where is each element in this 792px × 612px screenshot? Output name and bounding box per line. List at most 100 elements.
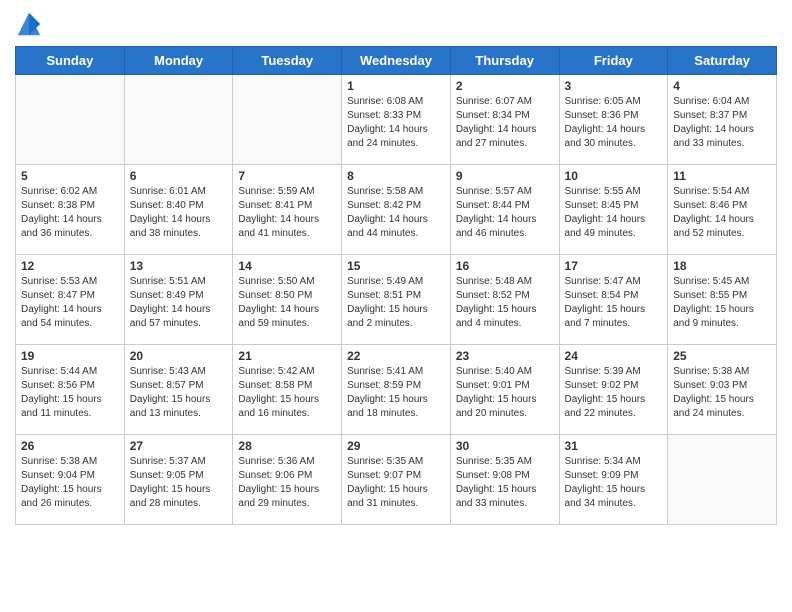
- cell-info: Sunrise: 5:44 AM Sunset: 8:56 PM Dayligh…: [21, 365, 119, 421]
- day-number: 27: [130, 439, 228, 453]
- cell-info: Sunrise: 5:36 AM Sunset: 9:06 PM Dayligh…: [238, 455, 336, 511]
- day-header-thursday: Thursday: [450, 47, 559, 75]
- calendar-cell: 19 Sunrise: 5:44 AM Sunset: 8:56 PM Dayli…: [16, 345, 125, 435]
- calendar-cell: 30 Sunrise: 5:35 AM Sunset: 9:08 PM Dayli…: [450, 435, 559, 525]
- calendar-header-row: SundayMondayTuesdayWednesdayThursdayFrid…: [16, 47, 777, 75]
- cell-info: Sunrise: 5:53 AM Sunset: 8:47 PM Dayligh…: [21, 275, 119, 331]
- day-number: 26: [21, 439, 119, 453]
- calendar-week-2: 12 Sunrise: 5:53 AM Sunset: 8:47 PM Dayli…: [16, 255, 777, 345]
- calendar-cell: [16, 75, 125, 165]
- cell-info: Sunrise: 6:04 AM Sunset: 8:37 PM Dayligh…: [673, 95, 771, 151]
- day-number: 8: [347, 169, 445, 183]
- cell-info: Sunrise: 5:45 AM Sunset: 8:55 PM Dayligh…: [673, 275, 771, 331]
- logo: [15, 10, 47, 38]
- calendar-cell: 24Sunrise: 5:39 AM Sunset: 9:02 PM Dayli…: [559, 345, 668, 435]
- day-number: 29: [347, 439, 445, 453]
- day-number: 7: [238, 169, 336, 183]
- day-number: 16: [456, 259, 554, 273]
- calendar-cell: 11 Sunrise: 5:54 AM Sunset: 8:46 PM Dayli…: [668, 165, 777, 255]
- cell-info: Sunrise: 5:59 AM Sunset: 8:41 PM Dayligh…: [238, 185, 336, 241]
- day-number: 5: [21, 169, 119, 183]
- page: SundayMondayTuesdayWednesdayThursdayFrid…: [0, 0, 792, 612]
- day-number: 17: [565, 259, 663, 273]
- day-header-monday: Monday: [124, 47, 233, 75]
- calendar-cell: 23 Sunrise: 5:40 AM Sunset: 9:01 PM Dayli…: [450, 345, 559, 435]
- day-header-friday: Friday: [559, 47, 668, 75]
- calendar-cell: [124, 75, 233, 165]
- calendar-cell: 5 Sunrise: 6:02 AM Sunset: 8:38 PM Daylig…: [16, 165, 125, 255]
- day-number: 12: [21, 259, 119, 273]
- day-number: 9: [456, 169, 554, 183]
- calendar-week-0: 1 Sunrise: 6:08 AM Sunset: 8:33 PM Daylig…: [16, 75, 777, 165]
- calendar-cell: 22Sunrise: 5:41 AM Sunset: 8:59 PM Dayli…: [342, 345, 451, 435]
- header: [15, 10, 777, 38]
- calendar-cell: 28 Sunrise: 5:36 AM Sunset: 9:06 PM Dayli…: [233, 435, 342, 525]
- day-number: 15: [347, 259, 445, 273]
- calendar-cell: 14 Sunrise: 5:50 AM Sunset: 8:50 PM Dayli…: [233, 255, 342, 345]
- cell-info: Sunrise: 5:43 AM Sunset: 8:57 PM Dayligh…: [130, 365, 228, 421]
- calendar-cell: 29 Sunrise: 5:35 AM Sunset: 9:07 PM Dayli…: [342, 435, 451, 525]
- cell-info: Sunrise: 5:48 AM Sunset: 8:52 PM Dayligh…: [456, 275, 554, 331]
- calendar-cell: 27 Sunrise: 5:37 AM Sunset: 9:05 PM Dayli…: [124, 435, 233, 525]
- day-number: 20: [130, 349, 228, 363]
- day-number: 13: [130, 259, 228, 273]
- cell-info: Sunrise: 5:54 AM Sunset: 8:46 PM Dayligh…: [673, 185, 771, 241]
- calendar-week-4: 26Sunrise: 5:38 AM Sunset: 9:04 PM Dayli…: [16, 435, 777, 525]
- day-number: 4: [673, 79, 771, 93]
- cell-info: Sunrise: 5:35 AM Sunset: 9:07 PM Dayligh…: [347, 455, 445, 511]
- cell-info: Sunrise: 6:08 AM Sunset: 8:33 PM Dayligh…: [347, 95, 445, 151]
- calendar-cell: 31 Sunrise: 5:34 AM Sunset: 9:09 PM Dayli…: [559, 435, 668, 525]
- day-number: 2: [456, 79, 554, 93]
- day-header-saturday: Saturday: [668, 47, 777, 75]
- calendar-cell: 13 Sunrise: 5:51 AM Sunset: 8:49 PM Dayli…: [124, 255, 233, 345]
- day-number: 1: [347, 79, 445, 93]
- cell-info: Sunrise: 5:42 AM Sunset: 8:58 PM Dayligh…: [238, 365, 336, 421]
- calendar-cell: 7 Sunrise: 5:59 AM Sunset: 8:41 PM Daylig…: [233, 165, 342, 255]
- day-header-sunday: Sunday: [16, 47, 125, 75]
- day-number: 3: [565, 79, 663, 93]
- calendar-cell: 20 Sunrise: 5:43 AM Sunset: 8:57 PM Dayli…: [124, 345, 233, 435]
- calendar-week-3: 19 Sunrise: 5:44 AM Sunset: 8:56 PM Dayli…: [16, 345, 777, 435]
- logo-icon: [15, 10, 43, 38]
- cell-info: Sunrise: 6:01 AM Sunset: 8:40 PM Dayligh…: [130, 185, 228, 241]
- calendar-cell: 8 Sunrise: 5:58 AM Sunset: 8:42 PM Daylig…: [342, 165, 451, 255]
- calendar-week-1: 5 Sunrise: 6:02 AM Sunset: 8:38 PM Daylig…: [16, 165, 777, 255]
- calendar-cell: 6 Sunrise: 6:01 AM Sunset: 8:40 PM Daylig…: [124, 165, 233, 255]
- day-number: 11: [673, 169, 771, 183]
- calendar-cell: 15 Sunrise: 5:49 AM Sunset: 8:51 PM Dayli…: [342, 255, 451, 345]
- day-number: 14: [238, 259, 336, 273]
- cell-info: Sunrise: 5:35 AM Sunset: 9:08 PM Dayligh…: [456, 455, 554, 511]
- day-number: 19: [21, 349, 119, 363]
- cell-info: Sunrise: 6:07 AM Sunset: 8:34 PM Dayligh…: [456, 95, 554, 151]
- calendar-cell: 16 Sunrise: 5:48 AM Sunset: 8:52 PM Dayli…: [450, 255, 559, 345]
- calendar-cell: 18Sunrise: 5:45 AM Sunset: 8:55 PM Dayli…: [668, 255, 777, 345]
- cell-info: Sunrise: 6:02 AM Sunset: 8:38 PM Dayligh…: [21, 185, 119, 241]
- day-header-wednesday: Wednesday: [342, 47, 451, 75]
- cell-info: Sunrise: 5:41 AM Sunset: 8:59 PM Dayligh…: [347, 365, 445, 421]
- day-number: 6: [130, 169, 228, 183]
- calendar-cell: 25 Sunrise: 5:38 AM Sunset: 9:03 PM Dayli…: [668, 345, 777, 435]
- cell-info: Sunrise: 5:47 AM Sunset: 8:54 PM Dayligh…: [565, 275, 663, 331]
- cell-info: Sunrise: 5:50 AM Sunset: 8:50 PM Dayligh…: [238, 275, 336, 331]
- cell-info: Sunrise: 5:57 AM Sunset: 8:44 PM Dayligh…: [456, 185, 554, 241]
- cell-info: Sunrise: 5:39 AM Sunset: 9:02 PM Dayligh…: [565, 365, 663, 421]
- cell-info: Sunrise: 5:38 AM Sunset: 9:03 PM Dayligh…: [673, 365, 771, 421]
- cell-info: Sunrise: 5:58 AM Sunset: 8:42 PM Dayligh…: [347, 185, 445, 241]
- cell-info: Sunrise: 5:51 AM Sunset: 8:49 PM Dayligh…: [130, 275, 228, 331]
- day-number: 28: [238, 439, 336, 453]
- day-number: 31: [565, 439, 663, 453]
- calendar-cell: 12 Sunrise: 5:53 AM Sunset: 8:47 PM Dayli…: [16, 255, 125, 345]
- cell-info: Sunrise: 5:49 AM Sunset: 8:51 PM Dayligh…: [347, 275, 445, 331]
- cell-info: Sunrise: 5:37 AM Sunset: 9:05 PM Dayligh…: [130, 455, 228, 511]
- calendar-cell: 4 Sunrise: 6:04 AM Sunset: 8:37 PM Daylig…: [668, 75, 777, 165]
- day-number: 21: [238, 349, 336, 363]
- cell-info: Sunrise: 5:34 AM Sunset: 9:09 PM Dayligh…: [565, 455, 663, 511]
- cell-info: Sunrise: 5:40 AM Sunset: 9:01 PM Dayligh…: [456, 365, 554, 421]
- calendar-cell: 17 Sunrise: 5:47 AM Sunset: 8:54 PM Dayli…: [559, 255, 668, 345]
- day-number: 25: [673, 349, 771, 363]
- calendar-cell: 1 Sunrise: 6:08 AM Sunset: 8:33 PM Daylig…: [342, 75, 451, 165]
- calendar-cell: 21 Sunrise: 5:42 AM Sunset: 8:58 PM Dayli…: [233, 345, 342, 435]
- day-number: 23: [456, 349, 554, 363]
- day-number: 30: [456, 439, 554, 453]
- calendar-cell: [668, 435, 777, 525]
